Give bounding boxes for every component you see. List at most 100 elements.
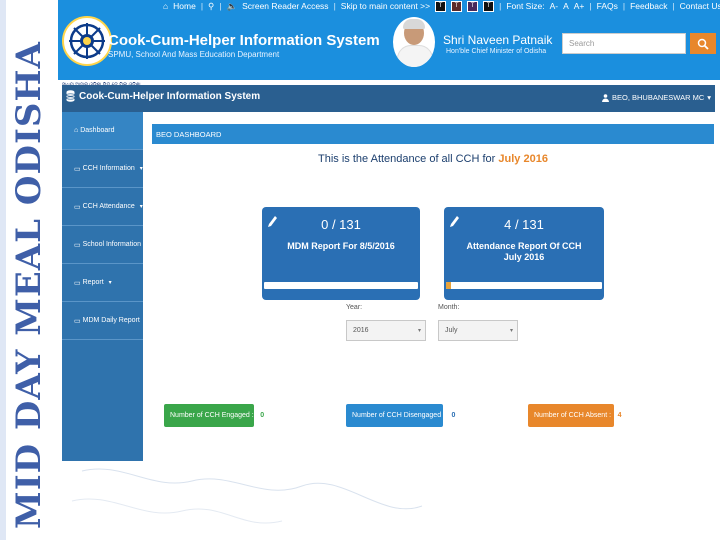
app-brand[interactable]: Cook-Cum-Helper Information System [66,90,260,102]
separator: | [622,1,626,11]
status-label: Number of CCH Disengaged : [352,412,445,419]
panel-title: BEO DASHBOARD [152,124,714,144]
monitor-icon: ▭ [74,203,81,211]
cch-app: Cook-Cum-Helper Information System BEO, … [62,85,715,461]
month-select[interactable]: July ▾ [438,320,518,341]
search-button[interactable] [690,33,716,54]
banner-edge [0,0,6,540]
site-header: ⌂ Home | ⚲ | 🔈 Screen Reader Access | Sk… [58,0,720,88]
skip-link[interactable]: Skip to main content >> [341,1,430,11]
home-icon: ⌂ [163,1,169,11]
progress-fill [446,282,451,289]
year-value: 2016 [353,327,369,334]
font-normal-button[interactable]: A [563,1,569,11]
status-badge: 4 [615,409,625,422]
sidebar-item-cch-information[interactable]: ▭ CCH Information ▾ [62,150,143,188]
separator: | [499,1,502,11]
progress-bar [264,282,418,289]
photo-hair [403,19,425,29]
accessibility-topbar: ⌂ Home | ⚲ | 🔈 Screen Reader Access | Sk… [163,0,720,12]
sidebar-item-label: MDM Daily Report [82,317,140,324]
card-count: 0 / 131 [321,217,361,232]
sidebar-item-label: Report [82,279,104,286]
year-select[interactable]: 2016 ▾ [346,320,426,341]
status-badge: 0 [257,409,267,422]
monitor-icon: ▭ [74,165,81,173]
site-search [562,33,716,54]
separator: | [672,1,675,11]
progress-bar [446,282,602,289]
screen-reader-link[interactable]: Screen Reader Access [242,1,328,11]
cm-title: Hon'ble Chief Minister of Odisha [446,48,547,55]
separator: | [333,1,336,11]
search-input[interactable] [562,33,686,54]
app-navbar: Cook-Cum-Helper Information System BEO, … [62,85,715,112]
mdm-report-card[interactable]: 0 / 131 MDM Report For 8/5/2016 [262,207,420,300]
separator: | [219,1,222,11]
dashboard-panel: BEO DASHBOARD This is the Attendance of … [152,124,714,461]
cm-name: Shri Naveen Patnaik [443,33,553,47]
feedback-link[interactable]: Feedback [630,1,667,11]
speaker-icon: 🔈 [226,0,238,11]
theme-button-2[interactable]: T [451,0,463,12]
sidebar-item-label: Dashboard [80,127,115,134]
odisha-logo[interactable]: ସାଧ୍ୟ ଆହାର ଓଡ଼ିଶା ମିଡ୍ ଡେ ମିଲ୍ ଓଡ଼ିଶା [62,16,141,88]
site-title: Cook-Cum-Helper Information System [108,32,380,49]
contact-link[interactable]: Contact Us [680,1,720,11]
cch-engaged-button[interactable]: Number of CCH Engaged : 0 [164,404,267,427]
chevron-down-icon: ▾ [108,280,112,286]
status-label: Number of CCH Engaged : [170,412,254,419]
year-label: Year: [346,304,363,311]
theme-button-4[interactable]: T [483,0,495,12]
app-sidebar: ⌂ Dashboard ▭ CCH Information ▾ ▭ CCH At… [62,112,149,461]
sidebar-item-label: School Information [82,241,141,248]
theme-button-1[interactable]: T [435,0,447,12]
user-menu[interactable]: BEO, BHUBANESWAR MC ▾ [602,93,711,102]
attendance-report-card[interactable]: 4 / 131 Attendance Report Of CCH July 20… [444,207,604,300]
cch-disengaged-button[interactable]: Number of CCH Disengaged : 0 [346,404,458,427]
sidebar-item-school-information[interactable]: ▭ School Information ▾ [62,226,149,264]
sidebar-item-label: CCH Attendance [82,203,135,210]
search-icon [697,38,709,50]
user-name: BEO, BHUBANESWAR MC [612,93,705,102]
sidebar-item-mdm-daily-report[interactable]: ▭ MDM Daily Report ▾ [62,302,148,340]
faqs-link[interactable]: FAQs [597,1,618,11]
card-description: MDM Report For 8/5/2016 [262,241,420,252]
app-brand-label: Cook-Cum-Helper Information System [79,90,261,102]
separator: | [589,1,592,11]
sidebar-item-cch-attendance[interactable]: ▭ CCH Attendance ▾ [62,188,143,226]
app-main: BEO DASHBOARD This is the Attendance of … [143,112,715,461]
card-desc-line: July 2016 [503,252,545,262]
chevron-down-icon: ▾ [707,93,711,102]
font-increase-button[interactable]: A+ [574,1,585,11]
search-small-icon[interactable]: ⚲ [208,1,214,12]
database-icon [66,90,75,102]
month-label: Month: [438,304,460,311]
card-count: 4 / 131 [504,217,544,232]
chevron-down-icon: ▾ [509,328,513,334]
user-icon [602,93,609,102]
cch-absent-button[interactable]: Number of CCH Absent : 4 [528,404,625,427]
attendance-heading-text: This is the Attendance of all CCH for [318,153,496,165]
sidebar-item-report[interactable]: ▭ Report ▾ [62,264,143,302]
home-link[interactable]: Home [173,1,196,11]
side-banner: MID DAY MEAL ODISHA [0,0,58,540]
attendance-period: July 2016 [498,153,548,165]
font-size-label: Font Size: [506,1,545,11]
theme-button-3[interactable]: T [467,0,479,12]
card-desc-line: MDM Report For 8/5/2016 [287,241,395,251]
monitor-icon: ▭ [74,241,81,249]
site-subtitle: SPMU, School And Mass Education Departme… [108,50,280,59]
home-icon: ⌂ [74,127,79,134]
separator: | [200,1,204,11]
monitor-icon: ▭ [74,317,81,325]
status-badge: 0 [449,409,458,422]
cm-photo [393,17,435,67]
card-description: Attendance Report Of CCH July 2016 [444,241,604,263]
sidebar-item-dashboard[interactable]: ⌂ Dashboard [62,112,143,150]
font-decrease-button[interactable]: A- [550,1,559,11]
sidebar-item-label: CCH Information [82,165,135,172]
monitor-icon: ▭ [74,279,81,287]
month-value: July [445,327,458,334]
chevron-down-icon: ▾ [417,328,421,334]
